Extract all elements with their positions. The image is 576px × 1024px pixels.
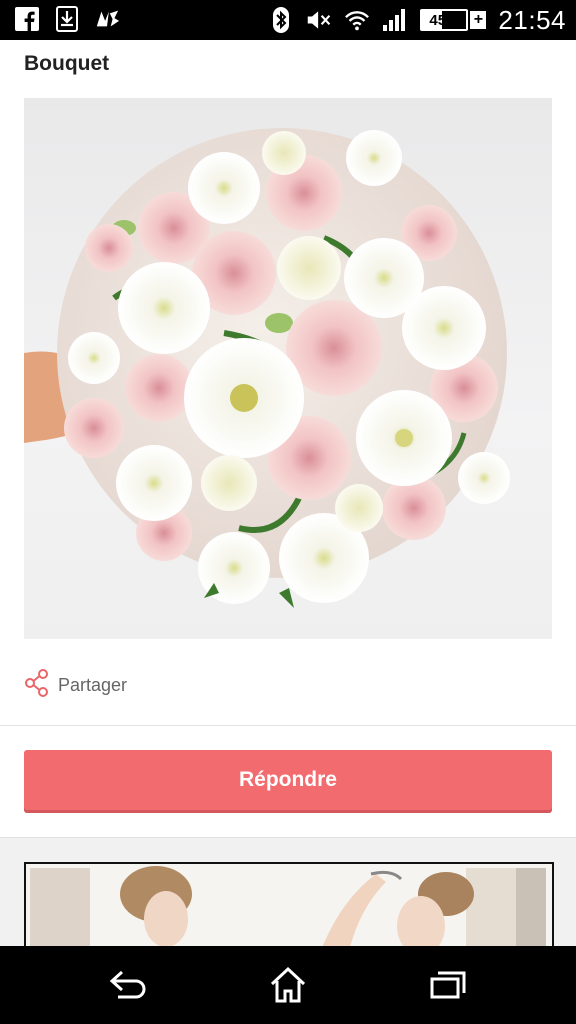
signal-icon: [382, 7, 408, 33]
battery-indicator: 45% +: [420, 9, 487, 31]
divider: [0, 725, 576, 726]
nrj-radio-icon: [94, 6, 120, 32]
charging-icon: +: [470, 11, 487, 29]
battery-percent: 45%: [429, 11, 460, 29]
post-title: Bouquet: [24, 52, 110, 75]
facebook-icon: [14, 6, 40, 32]
bluetooth-icon: [268, 7, 294, 33]
post-content: Bouquet Partager Répondre: [0, 40, 576, 946]
bouquet-photo[interactable]: [24, 98, 552, 639]
mute-icon: [306, 7, 332, 33]
ad-banner[interactable]: [24, 862, 554, 946]
recent-apps-icon[interactable]: [424, 964, 472, 1006]
download-icon: [54, 6, 80, 32]
wifi-icon: [344, 7, 370, 33]
back-icon[interactable]: [104, 964, 152, 1006]
notification-icons: [14, 6, 120, 32]
share-label: Partager: [58, 675, 128, 695]
share-icon: [24, 668, 50, 703]
home-icon[interactable]: [264, 964, 312, 1006]
navigation-bar: [0, 946, 576, 1024]
divider: [0, 837, 576, 838]
status-bar: 45% + 21:54: [0, 0, 576, 40]
share-button[interactable]: Partager: [24, 668, 127, 703]
system-icons: 45% + 21:54: [268, 4, 566, 36]
clock: 21:54: [498, 4, 566, 35]
reply-button[interactable]: Répondre: [24, 750, 552, 810]
